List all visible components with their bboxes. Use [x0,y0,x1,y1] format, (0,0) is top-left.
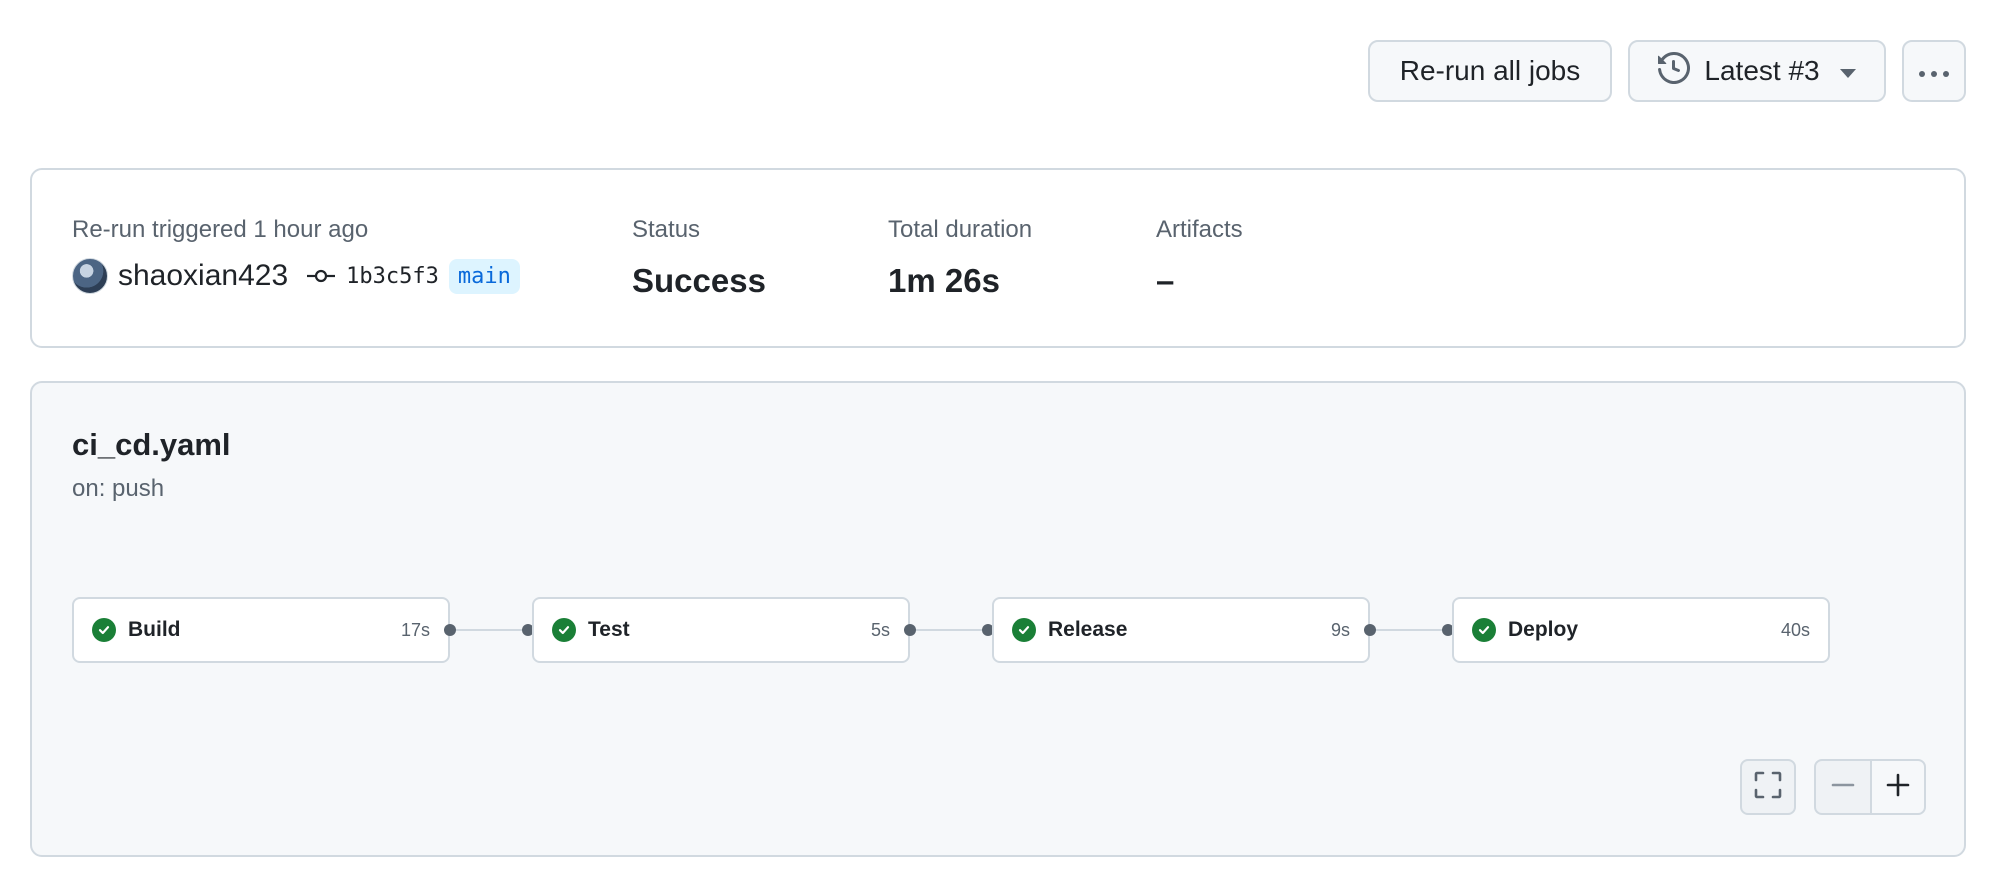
duration-column: Total duration 1m 26s [888,216,1032,300]
trigger-column: Re-run triggered 1 hour ago shaoxian423 … [72,216,520,294]
attempt-label: Latest #3 [1704,55,1820,86]
job-name: Release [1048,618,1128,641]
run-summary-card: Re-run triggered 1 hour ago shaoxian423 … [30,168,1966,348]
job-name: Build [128,618,181,641]
job-connector [456,629,522,631]
job-connector [916,629,982,631]
job-duration: 5s [870,619,890,640]
job-duration: 17s [400,619,430,640]
check-circle-fill-icon [552,618,576,642]
status-value: Success [632,262,766,299]
zoom-out-button[interactable] [1814,759,1870,815]
zoom-in-button[interactable] [1870,759,1926,815]
job-output-port [904,624,916,636]
more-options-button[interactable] [1902,40,1966,102]
check-circle-fill-icon [92,618,116,642]
job-deploy[interactable]: Deploy 40s [1452,597,1830,663]
commit-sha-link[interactable]: 1b3c5f3 [346,264,439,289]
check-circle-fill-icon [1012,618,1036,642]
branch-badge[interactable]: main [448,258,520,294]
trigger-text: Re-run triggered 1 hour ago [72,216,369,243]
username-link[interactable]: shaoxian423 [118,259,288,293]
workflow-graph-card: ci_cd.yaml on: push Build 17s Test 5s Re… [30,381,1966,857]
caret-down-icon [1839,68,1856,78]
job-name: Deploy [1508,618,1579,641]
artifacts-label: Artifacts [1156,216,1243,243]
fullscreen-button[interactable] [1740,759,1796,815]
graph-controls [1740,759,1926,815]
run-toolbar: Re-run all jobs Latest #3 [1368,40,1966,102]
zoom-controls [1814,759,1926,815]
duration-value: 1m 26s [888,262,1000,299]
rerun-all-jobs-label: Re-run all jobs [1399,55,1581,86]
screen-full-icon [1753,770,1783,805]
job-duration: 40s [1780,619,1810,640]
job-test[interactable]: Test 5s [532,597,910,663]
avatar[interactable] [72,258,108,294]
attempt-selector-button[interactable]: Latest #3 [1628,40,1886,102]
job-duration: 9s [1330,619,1350,640]
rerun-all-jobs-button[interactable]: Re-run all jobs [1368,40,1612,102]
status-column: Status Success [632,216,766,300]
plus-icon [1885,772,1911,803]
git-commit-icon [306,266,336,286]
history-icon [1658,51,1691,91]
job-build[interactable]: Build 17s [72,597,450,663]
status-label: Status [632,216,701,243]
trigger-details: shaoxian423 1b3c5f3 main [72,258,520,294]
duration-label: Total duration [888,216,1033,243]
job-name: Test [588,618,630,641]
job-connector [1376,629,1442,631]
kebab-horizontal-icon [1916,55,1952,87]
workflow-file-name[interactable]: ci_cd.yaml [72,427,231,463]
check-circle-fill-icon [1472,618,1496,642]
job-output-port [444,624,456,636]
artifacts-column: Artifacts – [1156,216,1243,300]
job-output-port [1364,624,1376,636]
artifacts-value: – [1156,262,1175,299]
workflow-trigger: on: push [72,475,165,502]
dash-icon [1830,772,1856,803]
job-release[interactable]: Release 9s [992,597,1370,663]
